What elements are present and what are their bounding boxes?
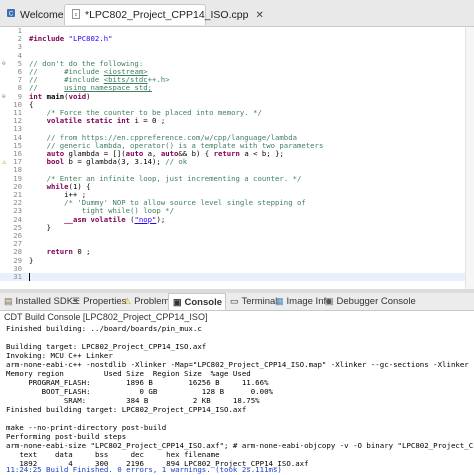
console-line: Finished building: ../board/boards/pin_m… xyxy=(6,324,202,333)
c-doc-icon: C xyxy=(6,8,16,21)
tab-source-file[interactable]: c *LPC802_Project_CPP14_ISO.cpp ✕ xyxy=(64,4,264,25)
tab-problems[interactable]: ⚠ Problems xyxy=(123,293,174,310)
warning-icon[interactable]: ⚠ xyxy=(2,158,6,166)
console-icon: ▣ xyxy=(173,296,182,307)
image-info-icon: ▦ xyxy=(275,296,284,306)
console-line: Finished building target: LPC802_Project… xyxy=(6,405,247,414)
tab-debugger-console[interactable]: ▣ Debugger Console xyxy=(325,293,416,310)
code-line[interactable]: 2 #include "LPC802.h" xyxy=(0,34,474,43)
code-line[interactable]: 3 xyxy=(0,43,474,51)
console-line: BOOT_FLASH: 0 GB 128 B 0.00% xyxy=(6,387,273,396)
code-line[interactable]: ⚠ 17 bool b = glambda(3, 3.14); // ok xyxy=(0,157,474,166)
tab-welcome-label: Welcome xyxy=(20,8,64,21)
svg-text:C: C xyxy=(9,12,14,18)
tab-console[interactable]: ▣ Console xyxy=(168,293,226,310)
console-line: arm-none-eabi-size "LPC802_Project_CPP14… xyxy=(6,441,474,450)
text-caret xyxy=(29,273,30,281)
editor-tab-bar: C Welcome c *LPC802_Project_CPP14_ISO.cp… xyxy=(0,0,474,27)
console-line: Invoking: MCU C++ Linker xyxy=(6,351,113,360)
code-line[interactable]: 29} xyxy=(0,256,474,265)
console-line: SRAM: 384 B 2 KB 18.75% xyxy=(6,396,260,405)
cpp-file-icon: c xyxy=(71,8,81,22)
console-line: PROGRAM_FLASH: 1896 B 16256 B 11.66% xyxy=(6,378,269,387)
editor-scrollbar[interactable] xyxy=(465,27,474,289)
code-line[interactable]: 30 xyxy=(0,264,474,273)
console-line: Building target: LPC802_Project_CPP14_IS… xyxy=(6,342,207,351)
tab-terminal[interactable]: ▭ Terminal xyxy=(230,293,277,310)
sdk-icon: ▤ xyxy=(4,296,13,306)
debugger-console-icon: ▣ xyxy=(325,296,334,306)
tab-source-file-label: *LPC802_Project_CPP14_ISO.cpp xyxy=(85,9,249,21)
fold-collapse-icon[interactable]: ⊖ xyxy=(2,60,6,68)
console-line: Memory region Used Size Region Size %age… xyxy=(6,369,251,378)
build-status-line: 11:24:25 Build Finished. 0 errors, 1 war… xyxy=(6,465,282,474)
code-line[interactable]: ⊖ 9 int main(void) xyxy=(0,92,474,101)
code-line[interactable]: 26 xyxy=(0,231,474,240)
properties-icon: ☰ xyxy=(72,296,81,306)
tab-installed-sdks[interactable]: ▤ Installed SDKs xyxy=(4,293,78,310)
code-line[interactable]: 28 return 0 ; xyxy=(0,248,474,256)
problems-icon: ⚠ xyxy=(123,296,132,306)
console-line: make --no-print-directory post-build xyxy=(6,423,167,432)
tab-welcome[interactable]: C Welcome xyxy=(0,4,64,25)
console-line: arm-none-eabi-c++ -nostdlib -Xlinker -Ma… xyxy=(6,360,474,369)
console-title: CDT Build Console [LPC802_Project_CPP14_… xyxy=(4,312,208,322)
code-line[interactable]: 24 __asm volatile ("nop"); xyxy=(0,215,474,224)
current-code-line[interactable]: 31 xyxy=(0,272,474,282)
console-line: Performing post-build steps xyxy=(6,432,127,441)
console-line: text data bss dec hex filename xyxy=(6,450,220,459)
fold-collapse-icon[interactable]: ⊖ xyxy=(2,93,6,101)
code-line[interactable]: 12 volatile static int i = 0 ; xyxy=(0,116,474,125)
build-console[interactable]: CDT Build Console [LPC802_Project_CPP14_… xyxy=(0,311,474,475)
tab-image-info[interactable]: ▦ Image Info xyxy=(275,293,331,310)
view-tab-bar: ▤ Installed SDKs ☰ Properties ⚠ Problems… xyxy=(0,293,474,311)
tab-properties[interactable]: ☰ Properties xyxy=(72,293,126,310)
code-line[interactable]: 25 } xyxy=(0,223,474,232)
terminal-icon: ▭ xyxy=(230,296,239,306)
code-editor[interactable]: 1 2 #include "LPC802.h" 3 4 ⊖ 5// don't do… xyxy=(0,27,474,289)
close-icon[interactable]: ✕ xyxy=(255,10,263,21)
